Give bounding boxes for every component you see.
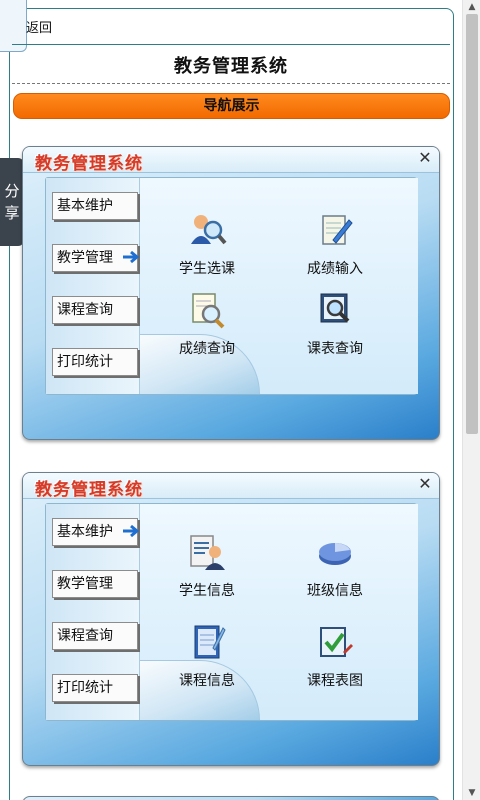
notebook-icon [194, 625, 226, 659]
back-link[interactable]: 返回 [26, 17, 52, 36]
share-tab[interactable]: 分 享 [0, 158, 24, 246]
func-course-schedule-chart[interactable]: 课程表图 [280, 622, 390, 690]
student-info-icon [190, 535, 225, 570]
scroll-up-arrow-icon[interactable]: ▲ [463, 0, 480, 14]
panel-menu: 基本维护 教学管理 课程查询 打印统计 [46, 504, 140, 720]
page-title: 教务管理系统 [174, 56, 288, 77]
title-rule-top [12, 44, 450, 45]
schedule-magnifier-icon [320, 293, 350, 323]
scroll-down-arrow-icon[interactable]: ▼ [463, 786, 480, 800]
panel-body: 基本维护 教学管理 课程查询 打印统计 学生选课 成绩输入 成绩查询 课表查询 [45, 177, 418, 395]
cursor-arrow-icon [123, 524, 139, 538]
func-label: 课程信息 [179, 673, 235, 689]
func-grade-query[interactable]: 成绩查询 [152, 290, 262, 358]
document-magnifier-icon [192, 293, 225, 329]
nav-display-button[interactable]: 导航展示 [13, 93, 450, 119]
panel-titlebar: 教务管理系统 ✕ [23, 473, 439, 500]
menu-course-query[interactable]: 课程查询 [52, 622, 138, 650]
panel-body: 基本维护 教学管理 课程查询 打印统计 学生信息 班级信息 课程信息 课程表图 [45, 503, 418, 721]
checklist-icon [320, 627, 353, 657]
panel-content: 学生选课 成绩输入 成绩查询 课表查询 [140, 178, 418, 394]
menu-teaching-management[interactable]: 教学管理 [52, 570, 138, 598]
menu-print-statistics[interactable]: 打印统计 [52, 674, 138, 702]
menu-basic-maintenance[interactable]: 基本维护 [52, 192, 138, 220]
student-search-icon [191, 215, 227, 245]
func-grade-input[interactable]: 成绩输入 [280, 210, 390, 278]
close-icon[interactable]: ✕ [417, 475, 433, 493]
title-rule-bottom [12, 83, 450, 84]
func-label: 学生信息 [179, 583, 235, 599]
panel-title: 教务管理系统 [35, 154, 143, 174]
close-icon[interactable]: ✕ [417, 149, 433, 167]
cursor-arrow-icon [123, 250, 139, 264]
func-student-course-selection[interactable]: 学生选课 [152, 210, 262, 278]
module-panel-1: 教务管理系统 ✕ 基本维护 教学管理 课程查询 打印统计 学生选课 成绩输入 成… [22, 146, 440, 440]
notepad-pen-icon [322, 215, 353, 245]
module-panel-3-peek [22, 796, 440, 800]
func-label: 课表查询 [307, 341, 363, 357]
func-label: 学生选课 [179, 261, 235, 277]
func-label: 班级信息 [307, 583, 363, 599]
func-label: 成绩输入 [307, 261, 363, 277]
panel-title: 教务管理系统 [35, 480, 143, 500]
panel-menu: 基本维护 教学管理 课程查询 打印统计 [46, 178, 140, 394]
share-tab-char-2: 享 [4, 204, 20, 222]
menu-basic-maintenance[interactable]: 基本维护 [52, 518, 139, 546]
func-course-info[interactable]: 课程信息 [152, 622, 262, 690]
func-class-info[interactable]: 班级信息 [280, 532, 390, 600]
menu-teaching-management[interactable]: 教学管理 [52, 244, 139, 272]
share-tab-char-1: 分 [4, 182, 20, 200]
menu-print-statistics[interactable]: 打印统计 [52, 348, 138, 376]
panel-content: 学生信息 班级信息 课程信息 课程表图 [140, 504, 418, 720]
func-label: 课程表图 [307, 673, 363, 689]
func-label: 成绩查询 [179, 341, 235, 357]
scroll-thumb[interactable] [466, 14, 478, 434]
func-schedule-query[interactable]: 课表查询 [280, 290, 390, 358]
func-student-info[interactable]: 学生信息 [152, 532, 262, 600]
pie-chart-icon [319, 543, 351, 565]
module-panel-2: 教务管理系统 ✕ 基本维护 教学管理 课程查询 打印统计 学生信息 班级信息 课… [22, 472, 440, 766]
vertical-scrollbar[interactable]: ▲ ▼ [462, 0, 480, 800]
menu-course-query[interactable]: 课程查询 [52, 296, 138, 324]
panel-titlebar: 教务管理系统 ✕ [23, 147, 439, 174]
